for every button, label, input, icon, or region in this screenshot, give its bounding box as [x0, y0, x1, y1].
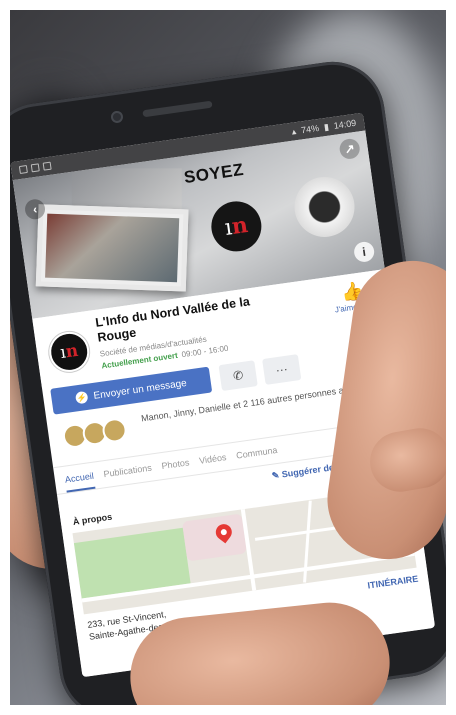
more-icon: ··· — [274, 361, 289, 378]
more-button[interactable]: ··· — [262, 354, 302, 385]
tab-publications[interactable]: Publications — [103, 463, 152, 480]
battery-level: 74% — [300, 123, 320, 136]
notification-icon — [42, 161, 52, 171]
cover-logo: ın — [208, 198, 265, 255]
cover-coffee-cup — [290, 173, 359, 241]
notification-icon — [30, 163, 40, 173]
messenger-icon: ⚡ — [74, 390, 89, 405]
earpiece-speaker — [142, 100, 213, 118]
notification-icons — [18, 161, 52, 175]
cover-slogan: SOYEZ — [182, 159, 245, 188]
cover-tablet — [35, 204, 189, 292]
clock: 14:09 — [333, 117, 357, 131]
send-message-label: Envoyer un message — [92, 377, 188, 402]
battery-icon: ▮ — [323, 121, 330, 132]
about-title: À propos — [72, 511, 113, 527]
notification-icon — [18, 164, 28, 175]
photo-frame: ▴ 74% ▮ 14:09 SOYEZ ın ‹ ↗ i ın L'Info d… — [10, 10, 446, 705]
map-zone — [181, 513, 247, 562]
directions-link[interactable]: ITINÉRAIRE — [367, 574, 419, 591]
front-camera — [110, 110, 124, 124]
share-icon[interactable]: ↗ — [338, 137, 361, 161]
signal-icon: ▴ — [290, 125, 297, 137]
tab-communaute[interactable]: Communa — [236, 445, 279, 461]
call-button[interactable]: ✆ — [218, 360, 258, 391]
tab-photos[interactable]: Photos — [161, 457, 190, 471]
info-icon[interactable]: i — [352, 240, 376, 264]
page-avatar[interactable]: ın — [46, 329, 92, 375]
friend-avatar — [101, 416, 129, 444]
tab-videos[interactable]: Vidéos — [199, 452, 227, 466]
tab-accueil[interactable]: Accueil — [63, 462, 96, 493]
phone-icon: ✆ — [232, 367, 245, 384]
